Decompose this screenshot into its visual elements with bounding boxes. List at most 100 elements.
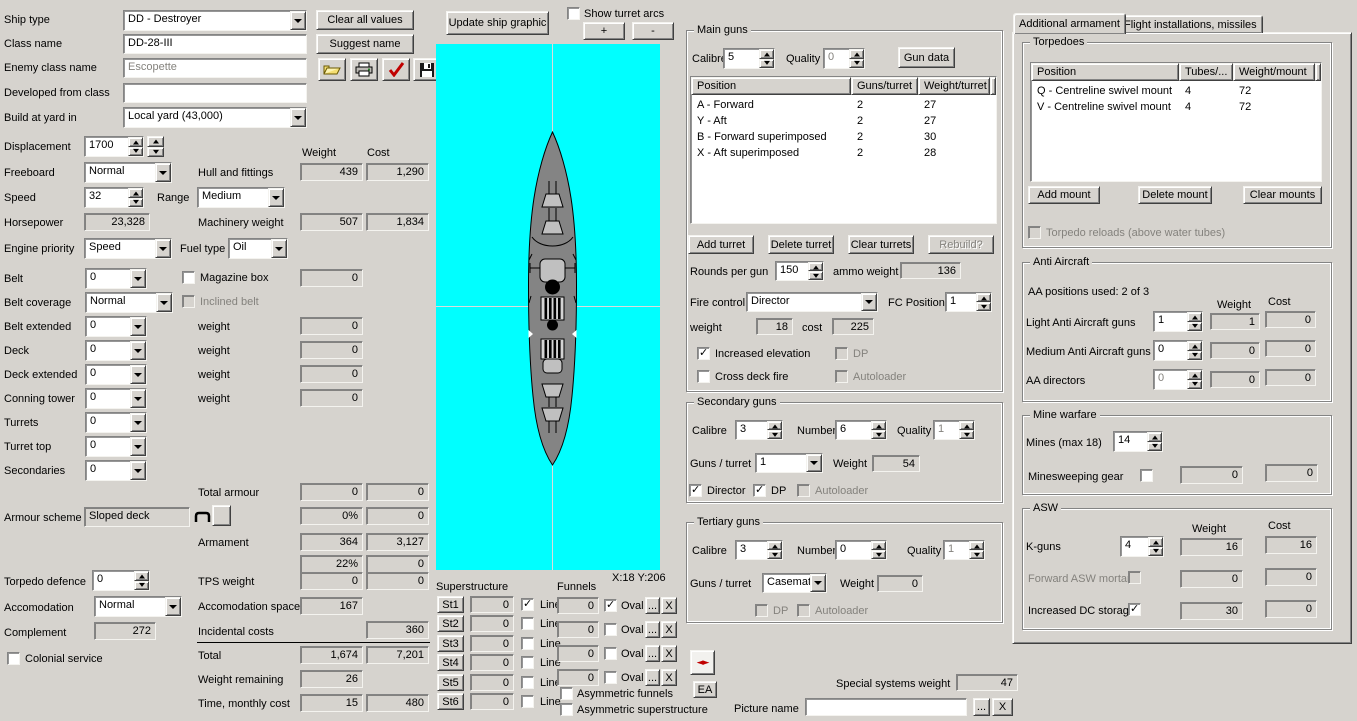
st2-line-checkbox[interactable]: [521, 617, 534, 630]
ea-button[interactable]: EA: [693, 681, 717, 698]
deck-extended-dropdown[interactable]: 0: [85, 364, 147, 385]
picture-browse-button[interactable]: ...: [973, 698, 990, 716]
spinner-buttons[interactable]: [1187, 370, 1202, 389]
clear-mounts-button[interactable]: Clear mounts: [1243, 186, 1322, 204]
st1-button[interactable]: St1: [437, 596, 464, 613]
down-arrow-icon[interactable]: [134, 580, 149, 590]
secondary-calibre-value[interactable]: 3: [736, 421, 767, 439]
dropdown-button[interactable]: [165, 597, 181, 616]
tertiary-guns-turret-dropdown[interactable]: Casemate:: [762, 573, 827, 593]
column-header-guns-turret[interactable]: Guns/turret: [851, 77, 918, 95]
secondaries-armour-dropdown[interactable]: 0: [85, 460, 147, 481]
funnel1-oval-checkbox[interactable]: [604, 598, 617, 612]
belt-extended-dropdown[interactable]: 0: [85, 316, 147, 337]
tertiary-quality-spinner[interactable]: 1: [943, 540, 985, 560]
minesweeping-gear-checkbox[interactable]: [1140, 469, 1153, 482]
dropdown-button[interactable]: [156, 293, 172, 312]
secondary-number-spinner[interactable]: 6: [835, 420, 887, 440]
tertiary-calibre-spinner[interactable]: 3: [735, 540, 783, 560]
asymmetric-funnels-checkbox[interactable]: [560, 687, 573, 700]
spinner-buttons[interactable]: [759, 49, 774, 68]
down-arrow-icon[interactable]: [976, 302, 991, 311]
spinner-buttons[interactable]: [808, 262, 823, 280]
dropdown-button[interactable]: [290, 11, 306, 30]
print-report-button[interactable]: [350, 58, 378, 81]
funnel3-delete-button[interactable]: X: [661, 645, 677, 662]
clear-all-values-button[interactable]: Clear all values: [316, 10, 414, 30]
clear-turrets-button[interactable]: Clear turrets: [848, 235, 914, 254]
down-arrow-icon[interactable]: [871, 550, 886, 559]
down-arrow-icon[interactable]: [959, 430, 974, 439]
up-arrow-icon[interactable]: [969, 541, 984, 550]
funnel2-browse-button[interactable]: ...: [645, 621, 660, 638]
dropdown-button[interactable]: [130, 269, 146, 288]
st4-line-checkbox[interactable]: [521, 656, 534, 669]
funnel4-delete-button[interactable]: X: [661, 669, 677, 686]
zoom-in-button[interactable]: +: [583, 22, 625, 40]
tab-flight-installations[interactable]: Flight installations, missiles: [1118, 15, 1263, 33]
add-mount-button[interactable]: Add mount: [1028, 186, 1100, 204]
up-arrow-icon[interactable]: [767, 541, 782, 550]
secondary-number-value[interactable]: 6: [836, 421, 871, 439]
table-row[interactable]: X - Aft superimposed 2 28: [691, 146, 996, 162]
up-arrow-icon[interactable]: [808, 262, 823, 271]
validate-design-button[interactable]: [382, 58, 410, 81]
down-arrow-icon[interactable]: [1187, 379, 1202, 389]
up-arrow-icon[interactable]: [759, 49, 774, 59]
freeboard-dropdown[interactable]: Normal: [84, 162, 172, 183]
engine-priority-dropdown[interactable]: Speed: [84, 238, 172, 259]
dropdown-button[interactable]: [155, 239, 171, 258]
main-quality-spinner[interactable]: 0: [823, 48, 865, 69]
funnel4-oval-checkbox[interactable]: [604, 671, 617, 684]
spinner-buttons[interactable]: [1148, 537, 1163, 556]
magazine-box-checkbox[interactable]: [182, 271, 195, 284]
spinner-buttons[interactable]: [1187, 341, 1202, 360]
down-arrow-icon[interactable]: [128, 146, 143, 156]
up-arrow-icon[interactable]: [128, 188, 143, 198]
belt-dropdown[interactable]: 0: [85, 268, 147, 289]
displacement-value[interactable]: 1700: [85, 137, 128, 156]
dropdown-button[interactable]: [810, 574, 826, 592]
displacement-spinner[interactable]: 1700: [84, 136, 144, 157]
main-calibre-spinner[interactable]: 5: [723, 48, 775, 69]
dropdown-button[interactable]: [155, 163, 171, 182]
zoom-out-button[interactable]: -: [632, 22, 674, 40]
speed-value[interactable]: 32: [85, 188, 128, 207]
deck-dropdown[interactable]: 0: [85, 340, 147, 361]
table-row[interactable]: Q - Centreline swivel mount 4 72: [1031, 84, 1321, 100]
st6-button[interactable]: St6: [437, 693, 464, 710]
torpedo-defence-spinner[interactable]: 0: [92, 570, 150, 591]
range-dropdown[interactable]: Medium: [197, 187, 285, 208]
table-row[interactable]: V - Centreline swivel mount 4 72: [1031, 100, 1321, 116]
table-row[interactable]: A - Forward 2 27: [691, 98, 996, 114]
up-arrow-icon[interactable]: [871, 421, 886, 430]
spinner-buttons[interactable]: [128, 188, 143, 207]
dropdown-button[interactable]: [130, 389, 146, 408]
up-arrow-icon[interactable]: [849, 49, 864, 59]
down-arrow-icon[interactable]: [767, 550, 782, 559]
spinner-buttons[interactable]: [128, 137, 143, 156]
light-aa-spinner[interactable]: 1: [1153, 311, 1203, 332]
up-arrow-icon[interactable]: [959, 421, 974, 430]
down-arrow-icon[interactable]: [849, 58, 864, 68]
up-arrow-icon[interactable]: [134, 571, 149, 581]
enemy-class-input[interactable]: Escopette: [123, 58, 307, 78]
dropdown-button[interactable]: [130, 341, 146, 360]
build-yard-dropdown[interactable]: Local yard (43,000): [123, 107, 307, 128]
tertiary-quality-value[interactable]: 1: [944, 541, 969, 559]
suggest-name-button[interactable]: Suggest name: [316, 34, 414, 54]
tab-additional-armament[interactable]: Additional armament: [1013, 13, 1126, 34]
kguns-value[interactable]: 4: [1121, 537, 1148, 556]
up-arrow-icon[interactable]: [767, 421, 782, 430]
dropdown-button[interactable]: [861, 293, 877, 311]
column-header-position[interactable]: Position: [1031, 63, 1179, 81]
up-arrow-icon[interactable]: [1187, 341, 1202, 351]
main-quality-value[interactable]: 0: [824, 49, 849, 68]
down-arrow-icon[interactable]: [147, 146, 164, 157]
st3-line-checkbox[interactable]: [521, 637, 534, 650]
funnel2-oval-checkbox[interactable]: [604, 623, 617, 636]
column-header-weight-turret[interactable]: Weight/turret: [918, 77, 990, 95]
open-file-button[interactable]: [318, 58, 346, 81]
aa-directors-value[interactable]: 0: [1154, 370, 1187, 389]
up-arrow-icon[interactable]: [147, 136, 164, 147]
